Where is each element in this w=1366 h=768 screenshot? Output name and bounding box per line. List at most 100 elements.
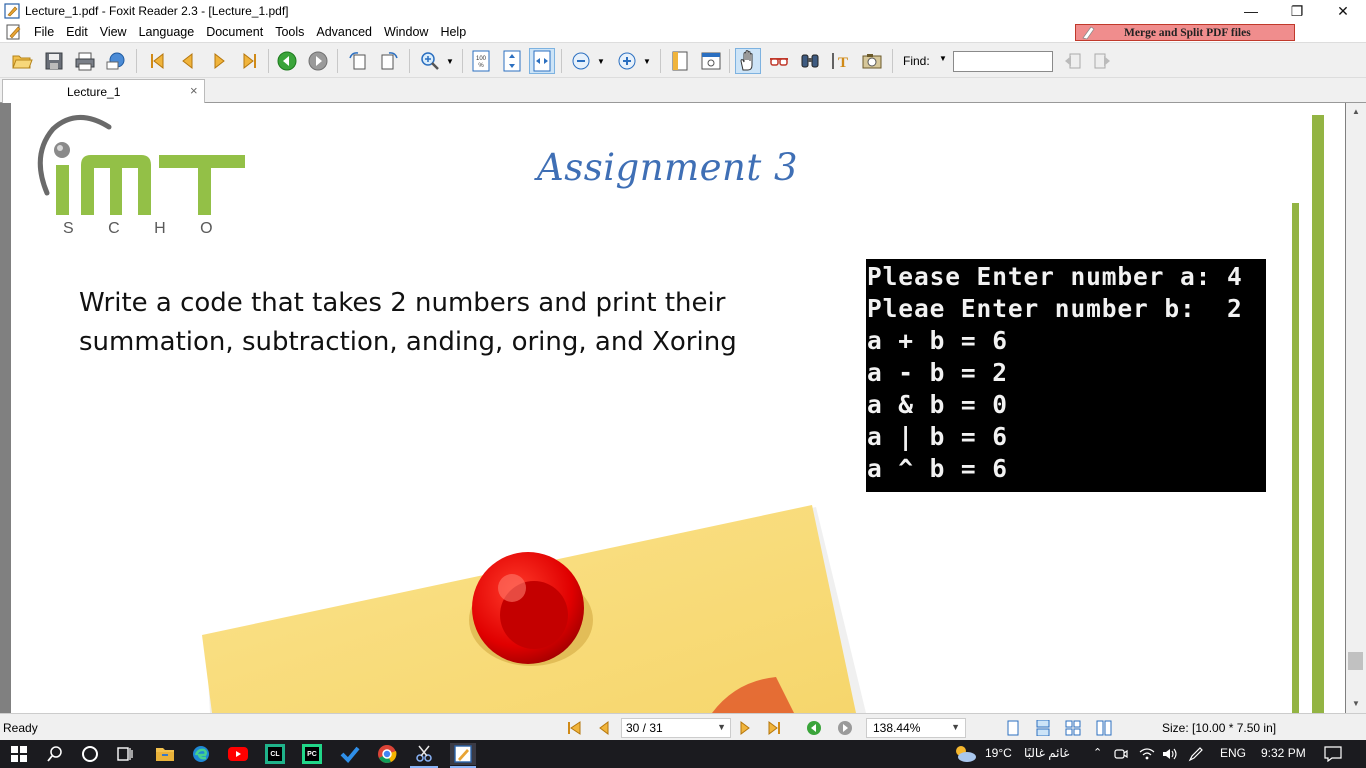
next-page-icon[interactable] xyxy=(736,720,754,736)
fit-width-icon[interactable] xyxy=(529,48,555,74)
scrollbar-thumb[interactable] xyxy=(1348,652,1363,670)
notifications-icon[interactable] xyxy=(1323,743,1343,765)
menu-view[interactable]: View xyxy=(94,25,133,39)
last-page-icon[interactable] xyxy=(237,48,263,74)
zoom-out-button-icon[interactable] xyxy=(568,48,594,74)
vertical-scrollbar[interactable]: ▲ ▼ xyxy=(1346,103,1366,713)
zoom-dropdown-icon[interactable]: ▼ xyxy=(443,48,457,74)
previous-page-icon[interactable] xyxy=(595,720,613,736)
reading-glasses-icon[interactable] xyxy=(766,48,792,74)
svg-text:%: % xyxy=(478,63,484,69)
menu-window[interactable]: Window xyxy=(378,25,434,39)
document-menu-icon[interactable] xyxy=(5,24,23,40)
continuous-page-icon[interactable] xyxy=(1034,720,1052,736)
rotate-left-icon[interactable] xyxy=(345,48,371,74)
menu-language[interactable]: Language xyxy=(133,25,201,39)
print-icon[interactable] xyxy=(72,48,98,74)
select-text-icon[interactable]: T xyxy=(828,48,854,74)
svg-text:PC: PC xyxy=(307,751,317,758)
task-view-icon[interactable] xyxy=(114,743,136,765)
tray-overflow-chevron-icon[interactable]: ⌃ xyxy=(1093,746,1102,759)
first-page-icon[interactable] xyxy=(565,720,583,736)
edge-browser-icon[interactable] xyxy=(190,743,212,765)
tab-label: Lecture_1 xyxy=(67,85,121,99)
last-page-icon[interactable] xyxy=(766,720,784,736)
meet-now-icon[interactable] xyxy=(1112,743,1130,765)
weather-cloud-sun-icon[interactable] xyxy=(951,743,979,765)
weather-description[interactable]: غائم غالبًا xyxy=(1024,746,1069,760)
find-options-caret[interactable]: ▼ xyxy=(939,54,947,63)
find-binoculars-icon[interactable] xyxy=(797,48,823,74)
weather-temperature[interactable]: 19°C xyxy=(985,746,1012,760)
zoom-in-dropdown-icon[interactable]: ▼ xyxy=(640,48,654,74)
tab-close-icon[interactable]: × xyxy=(190,83,198,98)
menu-edit[interactable]: Edit xyxy=(60,25,94,39)
continuous-facing-icon[interactable] xyxy=(1095,720,1113,736)
fit-page-icon[interactable] xyxy=(499,48,525,74)
windows-start-icon[interactable] xyxy=(8,743,30,765)
find-input[interactable] xyxy=(953,51,1053,72)
tab-lecture-1[interactable]: Lecture_1 × xyxy=(2,79,205,103)
bookmark-icon[interactable] xyxy=(667,48,693,74)
single-page-icon[interactable] xyxy=(1004,720,1022,736)
minimize-button[interactable]: — xyxy=(1228,0,1274,22)
menu-file[interactable]: File xyxy=(28,25,60,39)
input-language[interactable]: ENG xyxy=(1220,746,1246,760)
zoom-in-icon[interactable] xyxy=(417,48,443,74)
go-back-icon[interactable] xyxy=(274,48,300,74)
menu-document[interactable]: Document xyxy=(200,25,269,39)
chrome-browser-icon[interactable] xyxy=(376,743,398,765)
document-tab-bar: Lecture_1 × xyxy=(0,78,1366,103)
restore-button[interactable]: ❐ xyxy=(1274,0,1320,22)
first-page-icon[interactable] xyxy=(144,48,170,74)
page-size-label: Size: [10.00 * 7.50 in] xyxy=(1162,721,1277,735)
go-forward-icon[interactable] xyxy=(836,720,854,736)
file-explorer-icon[interactable] xyxy=(154,743,176,765)
next-page-icon[interactable] xyxy=(206,48,232,74)
previous-page-icon[interactable] xyxy=(175,48,201,74)
slide-accent-bar xyxy=(1292,203,1299,713)
document-viewport[interactable]: S C H O O L Assignment 3 Write a code th… xyxy=(0,103,1366,713)
pycharm-icon[interactable]: PC xyxy=(301,743,323,765)
menu-tools[interactable]: Tools xyxy=(269,25,310,39)
clion-icon[interactable]: CL xyxy=(264,743,286,765)
foxit-reader-taskbar-icon[interactable] xyxy=(450,743,476,765)
zoom-dropdown-icon[interactable]: ▼ xyxy=(951,722,960,732)
todo-checkmark-icon[interactable] xyxy=(339,743,361,765)
search-icon[interactable] xyxy=(44,743,66,765)
volume-icon[interactable] xyxy=(1160,743,1180,765)
cortana-icon[interactable] xyxy=(79,743,101,765)
merge-split-promo-button[interactable]: Merge and Split PDF files xyxy=(1075,24,1295,41)
full-screen-icon[interactable] xyxy=(698,48,724,74)
zoom-out-dropdown-icon[interactable]: ▼ xyxy=(594,48,608,74)
youtube-icon[interactable] xyxy=(227,743,249,765)
snapshot-icon[interactable] xyxy=(859,48,885,74)
go-forward-icon[interactable] xyxy=(305,48,331,74)
hand-tool-icon[interactable] xyxy=(735,48,761,74)
email-icon[interactable] xyxy=(103,48,129,74)
close-button[interactable]: ✕ xyxy=(1320,0,1366,22)
rotate-right-icon[interactable] xyxy=(376,48,402,74)
zoom-level-field[interactable]: 138.44% ▼ xyxy=(866,718,966,738)
clock-time[interactable]: 9:32 PM xyxy=(1261,746,1306,760)
window-title: Lecture_1.pdf - Foxit Reader 2.3 - [Lect… xyxy=(25,4,289,18)
slide-accent-bar xyxy=(1312,115,1324,713)
find-previous-icon[interactable] xyxy=(1059,48,1085,74)
save-icon[interactable] xyxy=(41,48,67,74)
console-line: Pleae Enter number b: 2 xyxy=(867,294,1243,323)
find-next-icon[interactable] xyxy=(1090,48,1116,74)
facing-pages-icon[interactable] xyxy=(1064,720,1082,736)
zoom-in-button-icon[interactable] xyxy=(614,48,640,74)
scroll-down-icon[interactable]: ▼ xyxy=(1352,699,1360,708)
wifi-icon[interactable] xyxy=(1138,743,1156,765)
menu-advanced[interactable]: Advanced xyxy=(310,25,378,39)
open-icon[interactable] xyxy=(9,48,35,74)
snipping-tool-icon[interactable] xyxy=(413,743,435,765)
page-dropdown-icon[interactable]: ▼ xyxy=(717,722,726,732)
menu-help[interactable]: Help xyxy=(434,25,472,39)
actual-size-icon[interactable]: 100% xyxy=(468,48,494,74)
pen-workspace-icon[interactable] xyxy=(1186,743,1206,765)
scroll-up-icon[interactable]: ▲ xyxy=(1352,107,1360,116)
go-back-icon[interactable] xyxy=(805,720,823,736)
page-number-field[interactable]: 30 / 31 ▼ xyxy=(621,718,731,738)
